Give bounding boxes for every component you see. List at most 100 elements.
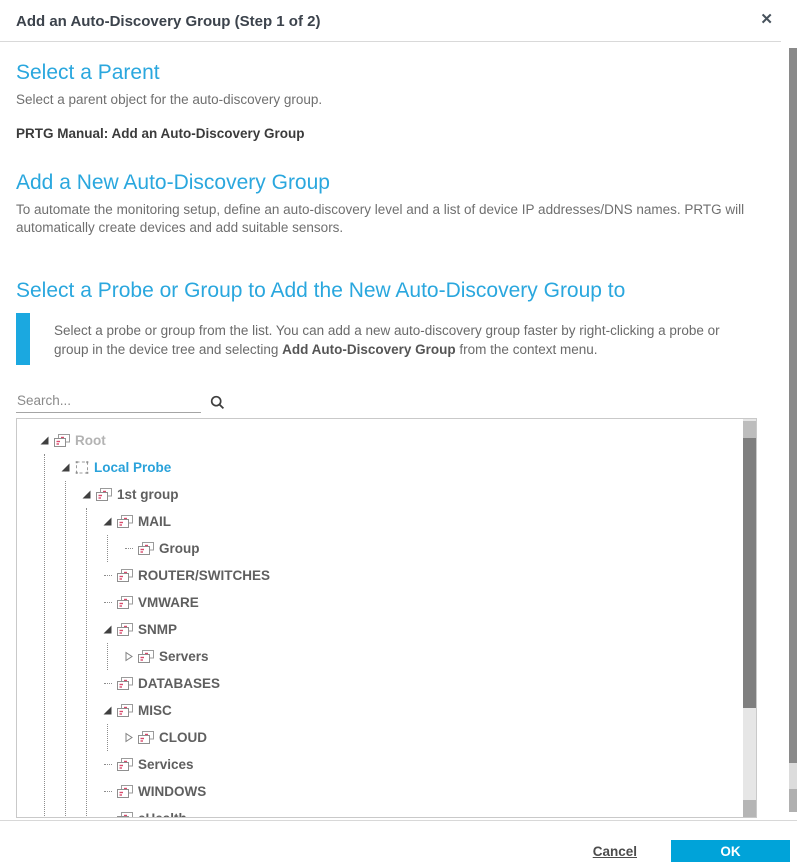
page-scrollbar-thumb[interactable] xyxy=(789,48,797,763)
info-note-bold: Add Auto-Discovery Group xyxy=(282,342,456,357)
tree-scrollbar-thumb[interactable] xyxy=(743,438,756,708)
tree-children: 1st group MAIL Group ROUTER/SWITCHES VMWARE S… xyxy=(65,481,756,818)
tree-row[interactable]: 1st group xyxy=(80,481,756,508)
tree-node-label: Servers xyxy=(159,649,209,664)
tree-scrollbar-top-cap[interactable] xyxy=(743,421,756,438)
tree-connector xyxy=(101,751,114,778)
dialog-body: Select a Parent Select a parent object f… xyxy=(0,61,797,818)
group-icon xyxy=(116,514,134,529)
tree-node-label: Group xyxy=(159,541,200,556)
tree-row[interactable]: Root xyxy=(38,427,756,454)
tree-children: Local Probe 1st group MAIL Group ROUTER/SWIT… xyxy=(44,454,756,818)
tree-node-label: 1st group xyxy=(117,487,179,502)
tree-node: DATABASES xyxy=(101,670,756,697)
device-tree: Root Local Probe 1st group MAIL Group ROUTER/… xyxy=(16,418,757,818)
tree-scrollbar[interactable] xyxy=(743,419,756,817)
tree-children: Group xyxy=(107,535,756,562)
tree-node: VMWARE xyxy=(101,589,756,616)
tree-node-label: ROUTER/SWITCHES xyxy=(138,568,270,583)
group-icon xyxy=(137,541,155,556)
tree-expander-icon[interactable] xyxy=(38,427,51,454)
tree-node-label: eHealth xyxy=(138,811,187,818)
tree-node: Group xyxy=(122,535,756,562)
group-icon xyxy=(95,487,113,502)
tree-root-container: Root Local Probe 1st group MAIL Group ROUTER/… xyxy=(17,419,756,818)
info-note: Select a probe or group from the list. Y… xyxy=(16,313,781,365)
tree-node: WINDOWS xyxy=(101,778,756,805)
tree-node-label: Services xyxy=(138,757,194,772)
heading-select-parent: Select a Parent xyxy=(16,61,781,85)
tree-expander-icon[interactable] xyxy=(101,616,114,643)
tree-row[interactable]: eHealth xyxy=(101,805,756,818)
tree-node: Servers xyxy=(122,643,756,670)
tree-row[interactable]: Local Probe xyxy=(59,454,756,481)
tree-children: Servers xyxy=(107,643,756,670)
info-note-post: from the context menu. xyxy=(456,342,598,357)
tree-row[interactable]: Services xyxy=(101,751,756,778)
tree-node-label: CLOUD xyxy=(159,730,207,745)
group-icon xyxy=(53,433,71,448)
tree-connector xyxy=(101,670,114,697)
group-icon xyxy=(137,730,155,745)
info-bar xyxy=(16,313,30,365)
tree-row[interactable]: Servers xyxy=(122,643,756,670)
group-icon xyxy=(137,649,155,664)
tree-node: Local Probe 1st group MAIL Group ROUTER/SWIT… xyxy=(59,454,756,818)
select-parent-description: Select a parent object for the auto-disc… xyxy=(16,91,781,109)
tree-node: eHealth xyxy=(101,805,756,818)
group-icon xyxy=(116,757,134,772)
tree-expander-icon[interactable] xyxy=(59,454,72,481)
heading-select-probe-group: Select a Probe or Group to Add the New A… xyxy=(16,279,781,303)
search-icon[interactable] xyxy=(210,395,225,413)
tree-expander-icon[interactable] xyxy=(122,724,135,751)
tree-children: CLOUD xyxy=(107,724,756,751)
tree-node: MISC CLOUD xyxy=(101,697,756,751)
tree-row[interactable]: SNMP xyxy=(101,616,756,643)
group-icon xyxy=(116,811,134,818)
page-scrollbar-track xyxy=(789,763,797,789)
tree-expander-icon[interactable] xyxy=(80,481,93,508)
search-input[interactable] xyxy=(16,391,201,413)
cancel-button[interactable]: Cancel xyxy=(593,844,637,859)
tree-row[interactable]: ROUTER/SWITCHES xyxy=(101,562,756,589)
group-icon xyxy=(116,622,134,637)
dialog-header: Add an Auto-Discovery Group (Step 1 of 2… xyxy=(0,0,797,31)
tree-row[interactable]: MAIL xyxy=(101,508,756,535)
tree-children: MAIL Group ROUTER/SWITCHES VMWARE SNMP Server… xyxy=(86,508,756,818)
group-icon xyxy=(116,703,134,718)
page-scrollbar-bottom-cap[interactable] xyxy=(789,789,797,812)
tree-node: Services xyxy=(101,751,756,778)
tree-expander-icon[interactable] xyxy=(101,508,114,535)
tree-expander-icon[interactable] xyxy=(101,697,114,724)
tree-connector xyxy=(101,589,114,616)
search-row xyxy=(16,391,781,413)
tree-row[interactable]: VMWARE xyxy=(101,589,756,616)
heading-add-group: Add a New Auto-Discovery Group xyxy=(16,171,781,195)
tree-row[interactable]: DATABASES xyxy=(101,670,756,697)
tree-node-label: Root xyxy=(75,433,106,448)
tree-connector xyxy=(122,535,135,562)
tree-expander-icon[interactable] xyxy=(122,643,135,670)
tree-node-label: MISC xyxy=(138,703,172,718)
tree-node: Root Local Probe 1st group MAIL Group ROUTER/… xyxy=(38,427,756,818)
tree-row[interactable]: MISC xyxy=(101,697,756,724)
tree-connector xyxy=(101,562,114,589)
tree-node: CLOUD xyxy=(122,724,756,751)
page-scrollbar[interactable] xyxy=(789,0,797,863)
close-icon[interactable]: ✕ xyxy=(760,12,773,27)
tree-row[interactable]: WINDOWS xyxy=(101,778,756,805)
tree-row[interactable]: CLOUD xyxy=(122,724,756,751)
tree-scrollbar-bottom-cap[interactable] xyxy=(743,800,756,817)
tree-row[interactable]: Group xyxy=(122,535,756,562)
info-note-text: Select a probe or group from the list. Y… xyxy=(54,313,754,365)
tree-node-label: SNMP xyxy=(138,622,177,637)
group-icon xyxy=(116,784,134,799)
tree-node-label: VMWARE xyxy=(138,595,199,610)
tree-node: MAIL Group xyxy=(101,508,756,562)
tree-node-label: Local Probe xyxy=(94,460,171,475)
tree-connector xyxy=(101,805,114,818)
probe-icon xyxy=(74,460,90,475)
ok-button[interactable]: OK xyxy=(671,840,790,862)
prtg-manual-link[interactable]: PRTG Manual: Add an Auto-Discovery Group xyxy=(16,126,305,141)
header-divider xyxy=(0,41,781,42)
